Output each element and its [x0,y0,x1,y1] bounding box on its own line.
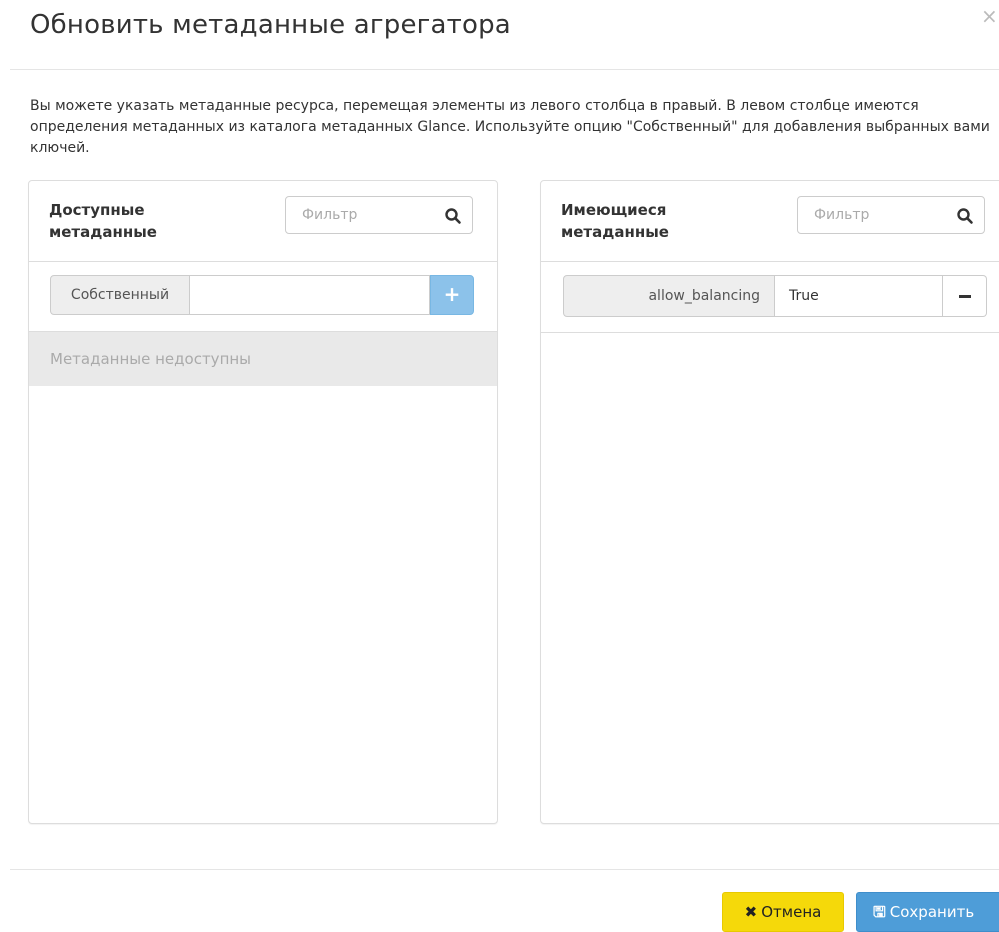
existing-list-divider [541,332,999,333]
existing-metadata-panel: Имеющиеся метаданные allow_balancing Tru… [540,180,999,824]
cancel-button-label: Отмена [761,903,822,921]
metadata-item-row: allow_balancing True [563,275,987,317]
custom-key-label: Собственный [50,275,190,315]
save-button-label: Сохранить [889,903,975,921]
save-button[interactable]: 🖫 Сохранить [856,892,999,932]
cancel-button[interactable]: ✖ Отмена [722,892,844,932]
modal-title: Обновить метаданные агрегатора [30,10,511,40]
available-filter [285,196,473,234]
existing-panel-header: Имеющиеся метаданные [541,181,999,262]
description-text: Вы можете указать метаданные ресурса, пе… [30,98,990,156]
custom-key-input[interactable] [190,275,430,315]
available-panel-title: Доступные метаданные [49,201,157,241]
existing-filter-input[interactable] [798,197,944,233]
existing-panel-title: Имеющиеся метаданные [561,201,669,241]
search-icon[interactable] [444,207,462,225]
close-icon: ✖ [744,903,758,921]
existing-filter [797,196,985,234]
empty-metadata-message: Метаданные недоступны [29,332,497,386]
footer-divider [10,869,999,870]
available-metadata-panel: Доступные метаданные Собственный + Метад… [28,180,498,824]
metadata-value-input[interactable]: True [775,275,943,317]
custom-key-row: Собственный + [50,275,474,315]
save-icon: 🖫 [873,903,886,921]
minus-icon [959,295,971,298]
available-panel-header: Доступные метаданные [29,181,497,262]
add-custom-key-button[interactable]: + [430,275,474,315]
metadata-key: allow_balancing [563,275,775,317]
search-icon[interactable] [956,207,974,225]
available-filter-input[interactable] [286,197,432,233]
remove-metadata-button[interactable] [943,275,987,317]
header-divider [10,69,999,70]
close-icon[interactable]: × [981,6,999,26]
